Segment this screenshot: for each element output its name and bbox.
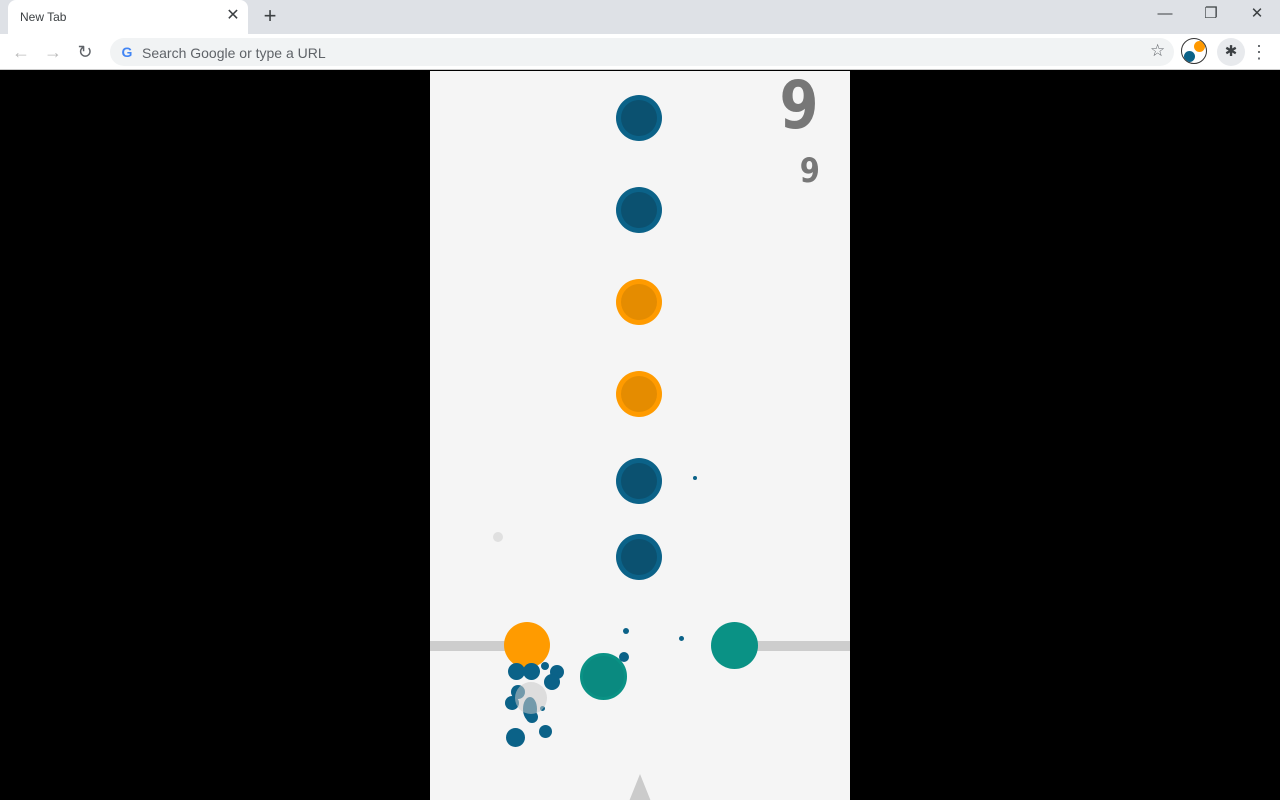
address-bar[interactable]: G Search Google or type a URL ☆ bbox=[110, 38, 1174, 66]
particle bbox=[679, 636, 684, 641]
particle bbox=[541, 662, 549, 670]
google-icon: G bbox=[121, 44, 133, 60]
particle bbox=[544, 674, 560, 690]
particle bbox=[506, 728, 525, 747]
queue-ball-blue bbox=[616, 458, 662, 504]
queue-ball-orange bbox=[616, 371, 662, 417]
barrier-left bbox=[430, 641, 510, 651]
minimize-button[interactable]: — bbox=[1142, 0, 1188, 30]
forward-button[interactable]: → bbox=[40, 39, 66, 65]
particle bbox=[539, 725, 552, 738]
game-canvas[interactable]: 9 9 bbox=[430, 71, 850, 800]
new-tab-button[interactable]: + bbox=[258, 5, 282, 29]
restore-button[interactable]: ❐ bbox=[1188, 0, 1234, 30]
browser-toolbar: ← → ↻ G Search Google or type a URL ☆ ✱ … bbox=[0, 34, 1280, 70]
particle bbox=[619, 652, 629, 662]
particle bbox=[623, 628, 629, 634]
profile-avatar[interactable] bbox=[1181, 38, 1207, 64]
browser-menu-icon[interactable]: ⋮ bbox=[1250, 39, 1268, 65]
close-window-button[interactable]: ✕ bbox=[1234, 0, 1280, 30]
queue-ball-blue bbox=[616, 95, 662, 141]
back-button[interactable]: ← bbox=[8, 39, 34, 65]
queue-ball-blue bbox=[616, 187, 662, 233]
shooter-arrow[interactable] bbox=[628, 774, 652, 800]
tab-new-tab[interactable]: New Tab ✕ bbox=[8, 0, 248, 34]
best-score: 9 bbox=[800, 151, 821, 191]
current-score: 9 bbox=[779, 71, 819, 144]
extensions-puzzle-icon[interactable]: ✱ bbox=[1217, 38, 1245, 66]
bookmark-star-icon[interactable]: ☆ bbox=[1150, 41, 1165, 61]
address-input[interactable]: Search Google or type a URL bbox=[142, 45, 326, 61]
orange-target-ball bbox=[504, 622, 550, 668]
particle bbox=[693, 476, 697, 480]
reload-button[interactable]: ↻ bbox=[72, 39, 98, 65]
close-tab-icon[interactable]: ✕ bbox=[224, 7, 242, 25]
browser-titlebar: New Tab ✕ + — ❐ ✕ bbox=[0, 0, 1280, 34]
particle bbox=[523, 663, 540, 680]
tab-title: New Tab bbox=[20, 10, 67, 24]
queue-ball-blue bbox=[616, 534, 662, 580]
queue-ball-orange bbox=[616, 279, 662, 325]
ghost-particle bbox=[493, 532, 503, 542]
ghost-ball bbox=[515, 682, 547, 714]
teal-target-ball bbox=[711, 622, 758, 669]
barrier-right bbox=[755, 641, 850, 651]
